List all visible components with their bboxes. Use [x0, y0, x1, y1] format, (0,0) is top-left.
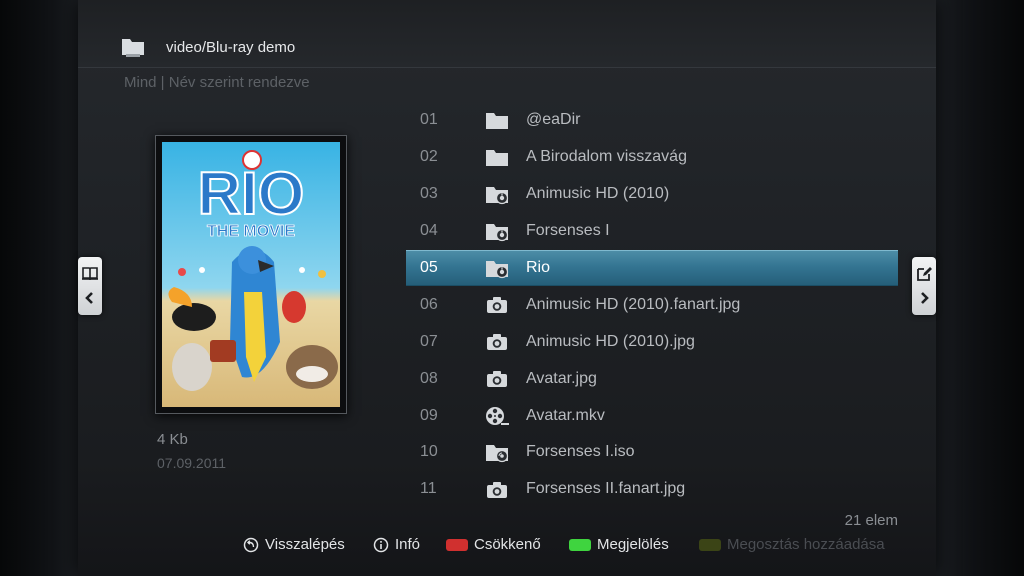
list-item[interactable]: 03 Animusic HD (2010)	[406, 176, 898, 213]
folder-icon	[122, 39, 144, 57]
list-item-name: A Birodalom visszavág	[526, 148, 687, 166]
poster-image: RIO THE MOVIE	[162, 142, 340, 407]
file-date: 07.09.2011	[157, 455, 227, 471]
list-item-name: Forsenses I.iso	[526, 443, 635, 461]
file-list: 01 @eaDir 02 A Birodalom visszavág 03 Animusi…	[406, 102, 898, 508]
disc-folder-icon	[484, 443, 510, 463]
hint-red-descending[interactable]: Csökkenő	[446, 536, 541, 553]
hint-info-label: Infó	[395, 536, 421, 553]
list-item-name: @eaDir	[526, 111, 581, 129]
page-title: video/Blu-ray demo	[166, 39, 296, 56]
video-folder-icon	[484, 259, 510, 279]
prev-panel-tab[interactable]	[78, 257, 102, 315]
film-reel-icon	[484, 406, 510, 426]
file-size: 4 Kb	[157, 431, 188, 448]
list-item-number: 04	[420, 222, 438, 240]
list-item-name: Forsenses II.fanart.jpg	[526, 480, 686, 498]
poster-thumbnail: RIO THE MOVIE	[155, 135, 347, 414]
browser-panel: video/Blu-ray demo Mind | Név szerint re…	[78, 0, 936, 576]
list-item-number: 09	[420, 406, 438, 424]
green-key-icon	[569, 538, 591, 551]
folder-icon	[484, 111, 510, 131]
list-item-name: Animusic HD (2010).jpg	[526, 332, 695, 350]
button-hints-bar: Visszalépés Infó Csökkenő Megjelölés Meg…	[0, 532, 1024, 560]
camera-icon	[484, 369, 510, 389]
list-item[interactable]: 11 Forsenses II.fanart.jpg	[406, 471, 898, 508]
list-item[interactable]: 01 @eaDir	[406, 102, 898, 139]
folder-icon	[484, 148, 510, 168]
list-item-number: 05	[420, 259, 438, 276]
camera-icon	[484, 295, 510, 315]
list-item-number: 02	[420, 148, 438, 166]
chevron-left-icon	[85, 292, 93, 304]
list-item-number: 11	[420, 480, 437, 498]
hint-info[interactable]: Infó	[373, 536, 420, 553]
list-item-number: 06	[420, 295, 438, 313]
video-folder-icon	[484, 222, 510, 242]
book-icon	[82, 267, 98, 281]
hint-yellow-share: Megosztás hozzáadása	[699, 536, 885, 553]
poster-title: RIO	[198, 160, 305, 227]
back-icon	[243, 537, 259, 552]
hint-red-label: Csökkenő	[474, 536, 541, 553]
list-item-number: 01	[420, 111, 438, 129]
poster-subtitle: THE MOVIE	[207, 223, 295, 240]
item-count: 21 elem	[844, 512, 898, 529]
list-item[interactable]: 08 Avatar.jpg	[406, 360, 898, 397]
list-item[interactable]: 09 Avatar.mkv	[406, 397, 898, 434]
hint-green-mark[interactable]: Megjelölés	[569, 536, 669, 553]
hint-green-label: Megjelölés	[597, 536, 669, 553]
chevron-right-icon	[921, 292, 929, 304]
list-item-name: Animusic HD (2010).fanart.jpg	[526, 295, 741, 313]
right-backdrop	[936, 0, 1024, 576]
hint-yellow-label: Megosztás hozzáadása	[727, 536, 885, 553]
left-backdrop	[0, 0, 78, 576]
list-item-name: Avatar.mkv	[526, 406, 605, 424]
camera-icon	[484, 480, 510, 500]
list-item-name: Avatar.jpg	[526, 369, 597, 387]
list-item-name: Rio	[526, 259, 551, 276]
list-item-number: 10	[420, 443, 438, 461]
list-item[interactable]: 06 Animusic HD (2010).fanart.jpg	[406, 286, 898, 323]
list-item-number: 07	[420, 332, 438, 350]
edit-icon	[917, 267, 932, 281]
camera-icon	[484, 332, 510, 352]
hint-back-label: Visszalépés	[265, 536, 345, 553]
filter-sort-label[interactable]: Mind | Név szerint rendezve	[124, 74, 310, 91]
list-item-number: 08	[420, 369, 438, 387]
list-item-name: Forsenses I	[526, 222, 610, 240]
video-folder-icon	[484, 185, 510, 205]
list-item[interactable]: 04 Forsenses I	[406, 213, 898, 250]
red-key-icon	[446, 538, 468, 551]
list-item-number: 03	[420, 185, 438, 203]
list-item-name: Animusic HD (2010)	[526, 185, 670, 203]
list-item[interactable]: 05 Rio	[406, 249, 898, 287]
header-bar: video/Blu-ray demo	[78, 0, 936, 68]
yellow-key-icon	[699, 538, 721, 551]
list-item[interactable]: 02 A Birodalom visszavág	[406, 139, 898, 176]
list-item[interactable]: 10 Forsenses I.iso	[406, 434, 898, 471]
next-panel-tab[interactable]	[912, 257, 936, 315]
hint-back[interactable]: Visszalépés	[243, 536, 345, 553]
info-icon	[373, 537, 389, 552]
list-item[interactable]: 07 Animusic HD (2010).jpg	[406, 323, 898, 360]
